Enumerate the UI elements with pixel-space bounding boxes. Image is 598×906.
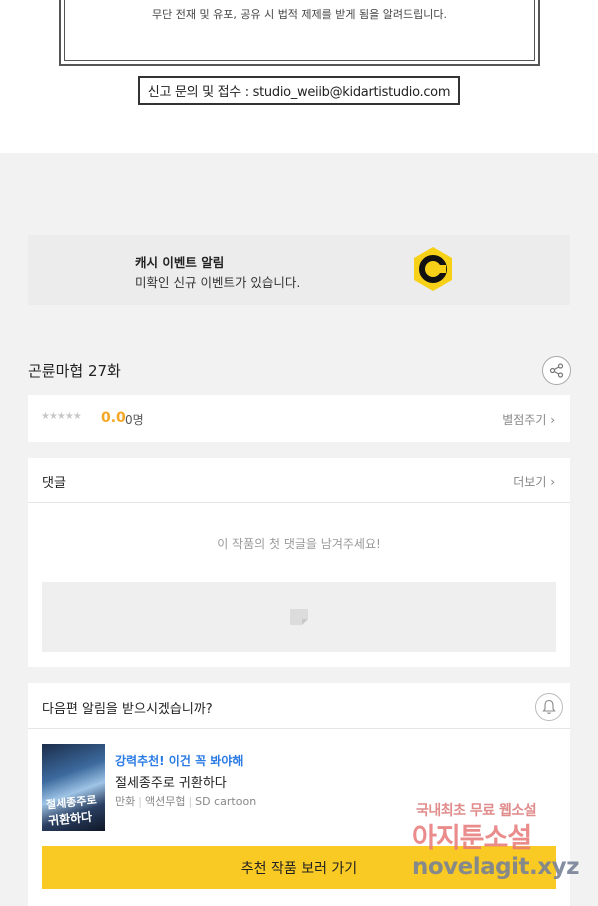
comments-header: 댓글 더보기 › <box>28 458 570 503</box>
notice-line-2: 무단 전재 및 유포, 공유 시 법적 제제를 받게 됨을 알려드립니다. <box>152 8 447 21</box>
rating-card: ★★★★★ 0.0 0명 별점주기 › <box>28 395 570 442</box>
share-button[interactable] <box>542 356 571 385</box>
recommend-tag: 강력추천! 이건 꼭 봐야해 <box>115 754 244 768</box>
meta-type: 만화 <box>115 795 136 808</box>
next-episode-card: 다음편 알림을 받으시겠습니까? 절세종주로 귀환하다 강력추천! 이건 꼭 봐… <box>28 683 570 906</box>
comments-more-link[interactable]: 더보기 › <box>513 473 555 490</box>
rating-score: 0.0 <box>101 410 126 426</box>
bell-icon <box>542 699 556 715</box>
view-recommended-button[interactable]: 추천 작품 보러 가기 <box>42 846 556 889</box>
cash-event-title: 캐시 이벤트 알림 <box>135 255 225 270</box>
cash-event-subtitle: 미확인 신규 이벤트가 있습니다. <box>135 275 301 290</box>
copyright-notice-frame: 무단 전재 및 유포, 공유 시 법적 제제를 받게 됨을 알려드립니다. <box>59 0 540 66</box>
rating-count: 0명 <box>125 413 144 427</box>
rate-button[interactable]: 별점주기 › <box>502 411 555 428</box>
rating-stars: ★★★★★ <box>41 411 82 422</box>
recommend-meta: 만화 | 액션무협 | SD cartoon <box>115 795 257 808</box>
report-contact-box: 신고 문의 및 접수 : studio_weiib@kidartistudio.… <box>138 76 460 105</box>
recommended-thumbnail[interactable]: 절세종주로 귀환하다 <box>42 744 105 831</box>
notice-inner-frame: 무단 전재 및 유포, 공유 시 법적 제제를 받게 됨을 알려드립니다. <box>64 0 535 61</box>
next-card-divider <box>28 728 570 729</box>
meta-genre: 액션무협 <box>144 795 186 808</box>
notice-area: 무단 전재 및 유포, 공유 시 법적 제제를 받게 됨을 알려드립니다. 신고… <box>0 0 598 153</box>
cash-event-banner[interactable]: 캐시 이벤트 알림 미확인 신규 이벤트가 있습니다. <box>28 235 570 305</box>
cash-coin-icon <box>414 247 452 291</box>
next-episode-question: 다음편 알림을 받으시겠습니까? <box>42 702 213 717</box>
comments-empty-message: 이 작품의 첫 댓글을 남겨주세요! <box>217 537 381 551</box>
comment-write-icon <box>290 609 308 625</box>
comments-label: 댓글 <box>42 476 66 491</box>
thumbnail-title-line-2: 귀환하다 <box>47 809 93 829</box>
comments-card: 댓글 더보기 › 이 작품의 첫 댓글을 남겨주세요! <box>28 458 570 667</box>
share-icon <box>549 363 564 378</box>
episode-title: 곤륜마협 27화 <box>28 362 121 380</box>
recommend-title[interactable]: 절세종주로 귀환하다 <box>115 772 227 791</box>
comment-input-area[interactable] <box>42 582 556 652</box>
notify-bell-button[interactable] <box>535 693 563 721</box>
meta-studio: SD cartoon <box>195 795 257 808</box>
